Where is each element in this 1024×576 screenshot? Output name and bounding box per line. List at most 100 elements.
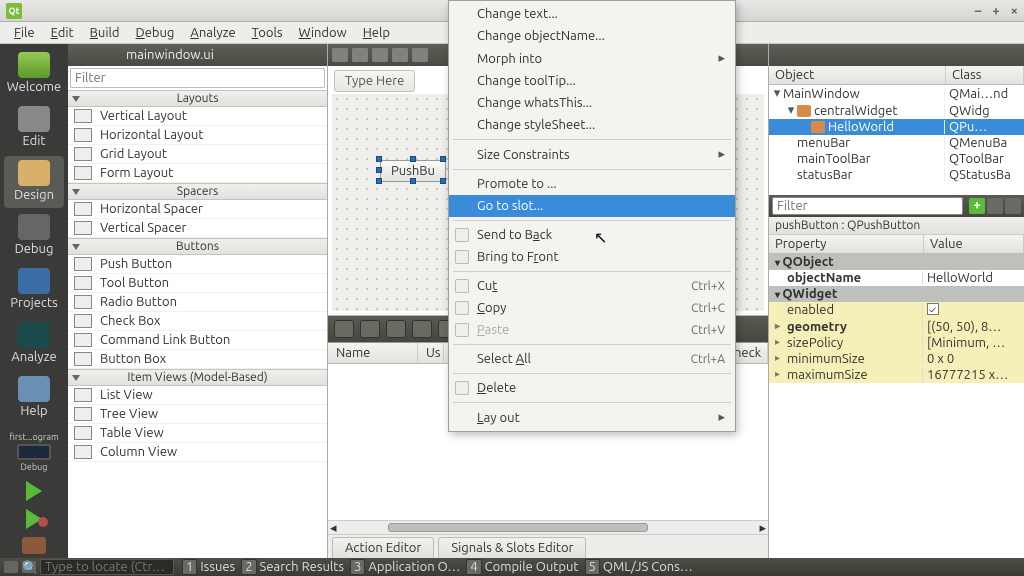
resize-handle[interactable] [410,178,416,184]
widget-vertical-layout[interactable]: Vertical Layout [68,107,327,126]
output-pane-5[interactable]: 5QML/JS Cons… [585,559,693,575]
menu-edit[interactable]: Edit [43,24,82,42]
resize-handle[interactable] [376,178,382,184]
output-pane-3[interactable]: 3Application O… [350,559,460,575]
category-spacers[interactable]: Spacers [68,183,327,200]
build-button[interactable] [22,537,46,554]
property-row[interactable]: enabled [769,302,1024,319]
object-row[interactable]: HelloWorldQPu… [769,119,1024,135]
category-layouts[interactable]: Layouts [68,90,327,107]
object-row[interactable]: mainToolBarQToolBar [769,151,1024,167]
output-pane-1[interactable]: 1Issues [182,559,235,575]
resize-handle[interactable] [376,156,382,162]
menu-item-go-to-slot[interactable]: Go to slot... [449,195,735,217]
col-value[interactable]: Value [924,235,1024,253]
menu-item-change-text[interactable]: Change text... [449,3,735,25]
property-filter-input[interactable] [772,197,963,215]
remove-property-icon[interactable] [987,198,1003,214]
property-list[interactable]: QObjectobjectNameHelloWorldQWidgetenable… [769,254,1024,558]
property-row[interactable]: sizePolicy[Minimum, … [769,335,1024,351]
widget-button-box[interactable]: Button Box [68,350,327,369]
resize-handle[interactable] [376,167,382,173]
widget-radio-button[interactable]: Radio Button [68,293,327,312]
build-config-label[interactable]: Debug [21,462,48,472]
object-row[interactable]: menuBarQMenuBa [769,135,1024,151]
action-icon[interactable] [360,320,380,338]
mode-debug[interactable]: Debug [4,210,64,262]
property-row[interactable]: minimumSize0 x 0 [769,351,1024,367]
menubar-placeholder[interactable]: Type Here [334,70,415,92]
toolbar-icon[interactable] [392,48,408,62]
widget-tree-view[interactable]: Tree View [68,405,327,424]
project-selector-label[interactable]: first...ogram [9,432,58,442]
widget-form-layout[interactable]: Form Layout [68,164,327,183]
h-scrollbar[interactable]: ◂▸ [328,520,768,534]
mode-edit[interactable]: Edit [4,102,64,154]
property-row[interactable]: geometry[(50, 50), 8… [769,319,1024,335]
toolbar-icon[interactable] [412,48,428,62]
locator-input[interactable] [40,559,174,575]
menu-window[interactable]: Window [291,24,355,42]
toolbar-icon[interactable] [372,48,388,62]
toolbar-icon[interactable] [332,48,348,62]
menu-build[interactable]: Build [82,24,128,42]
category-buttons[interactable]: Buttons [68,238,327,255]
menu-item-lay-out[interactable]: Lay out▸ [449,406,735,429]
minimize-icon[interactable]: – [975,4,982,18]
widget-horizontal-layout[interactable]: Horizontal Layout [68,126,327,145]
menu-item-cut[interactable]: CutCtrl+X [449,275,735,297]
property-row[interactable]: maximumSize16777215 x… [769,367,1024,383]
widget-vertical-spacer[interactable]: Vertical Spacer [68,219,327,238]
menu-item-copy[interactable]: CopyCtrl+C [449,297,735,319]
widget-table-view[interactable]: Table View [68,424,327,443]
action-icon[interactable] [412,320,432,338]
mode-welcome[interactable]: Welcome [4,48,64,100]
menu-tools[interactable]: Tools [244,24,291,42]
menu-debug[interactable]: Debug [128,24,183,42]
tab-action-editor[interactable]: Action Editor [332,537,434,558]
menu-item-change-tooltip[interactable]: Change toolTip... [449,70,735,92]
output-pane-2[interactable]: 2Search Results [241,559,344,575]
col-object[interactable]: Object [769,66,946,84]
resize-handle[interactable] [410,156,416,162]
new-action-icon[interactable] [334,320,354,338]
forward-icon[interactable] [90,48,104,62]
property-category[interactable]: QObject [769,254,1024,270]
widget-check-box[interactable]: Check Box [68,312,327,331]
widget-column-view[interactable]: Column View [68,443,327,462]
target-selector-icon[interactable] [17,444,51,460]
back-icon[interactable] [72,48,86,62]
widget-grid-layout[interactable]: Grid Layout [68,145,327,164]
object-row[interactable]: ▾centralWidgetQWidg [769,102,1024,119]
debug-run-button[interactable] [14,509,54,529]
object-row[interactable]: ▾MainWindowQMai…nd [769,85,1024,102]
menu-help[interactable]: Help [355,24,398,42]
menu-item-bring-to-front[interactable]: Bring to Front [449,246,735,268]
menu-item-send-to-back[interactable]: Send to Back [449,224,735,246]
widget-command-link-button[interactable]: Command Link Button [68,331,327,350]
tab-signals-slots[interactable]: Signals & Slots Editor [438,537,586,558]
menu-item-change-stylesheet[interactable]: Change styleSheet... [449,114,735,136]
object-tree[interactable]: ▾MainWindowQMai…nd▾centralWidgetQWidgHel… [769,85,1024,195]
col-class[interactable]: Class [946,66,1024,84]
maximize-icon[interactable]: + [992,4,999,18]
widget-tool-button[interactable]: Tool Button [68,274,327,293]
menu-item-size-constraints[interactable]: Size Constraints▸ [449,143,735,166]
object-row[interactable]: statusBarQStatusBa [769,167,1024,183]
col-property[interactable]: Property [769,235,924,253]
mode-analyze[interactable]: Analyze [4,318,64,370]
add-property-icon[interactable]: + [969,198,985,214]
col-name[interactable]: Name [328,343,418,363]
menu-item-promote-to[interactable]: Promote to ... [449,173,735,195]
mode-projects[interactable]: Projects [4,264,64,316]
menu-item-change-whatsthis[interactable]: Change whatsThis... [449,92,735,114]
property-category[interactable]: QWidget [769,286,1024,302]
checkbox[interactable] [927,303,939,315]
property-row[interactable]: objectNameHelloWorld [769,270,1024,286]
widget-horizontal-spacer[interactable]: Horizontal Spacer [68,200,327,219]
output-pane-4[interactable]: 4Compile Output [466,559,578,575]
menu-file[interactable]: File [6,24,43,42]
resize-handle[interactable] [440,178,446,184]
category-item-views-model-based-[interactable]: Item Views (Model-Based) [68,369,327,386]
widget-push-button[interactable]: Push Button [68,255,327,274]
